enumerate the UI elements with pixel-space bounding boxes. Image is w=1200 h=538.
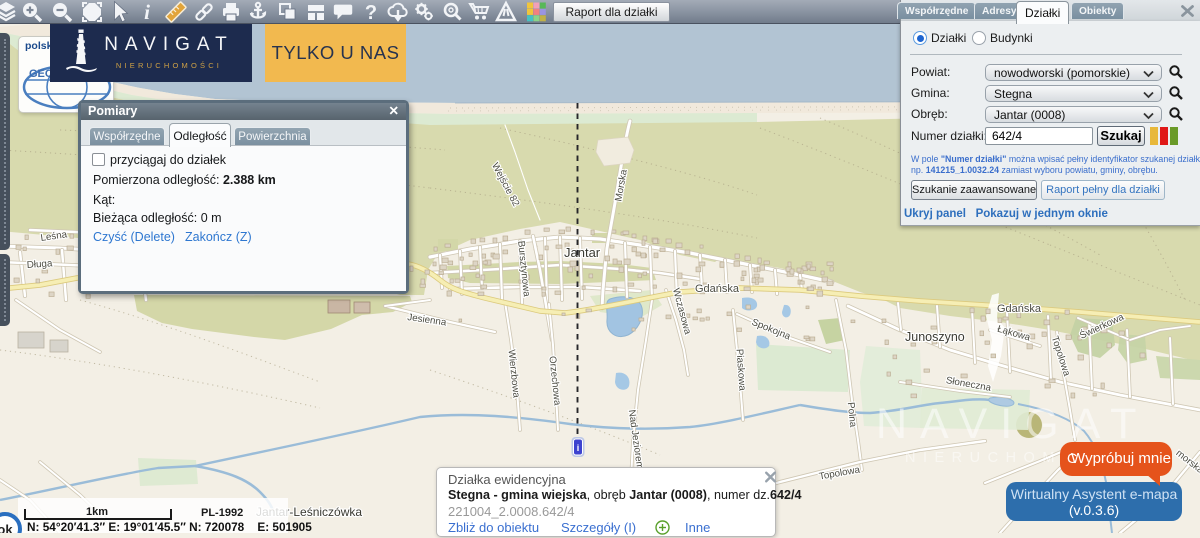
svg-text:Jantar: Jantar — [564, 245, 601, 260]
svg-text:?: ? — [365, 2, 377, 24]
svg-text:PL-1992: PL-1992 — [201, 507, 243, 519]
svg-text:N: 54°20′41.3″ E: 19°01′45.5″: N: 54°20′41.3″ E: 19°01′45.5″ N: 720078 … — [27, 520, 312, 533]
svg-text:1km: 1km — [86, 506, 108, 518]
svg-text:NAVIGAT: NAVIGAT — [876, 400, 1149, 448]
svg-text:i: i — [144, 0, 150, 24]
svg-text:Długa: Długa — [26, 258, 53, 271]
svg-text:Junoszyno: Junoszyno — [905, 330, 965, 344]
svg-text:Gdańska: Gdańska — [695, 283, 740, 295]
svg-text:Gdańska: Gdańska — [997, 303, 1042, 315]
svg-text:ok: ok — [0, 522, 13, 533]
svg-text:i: i — [577, 443, 580, 453]
